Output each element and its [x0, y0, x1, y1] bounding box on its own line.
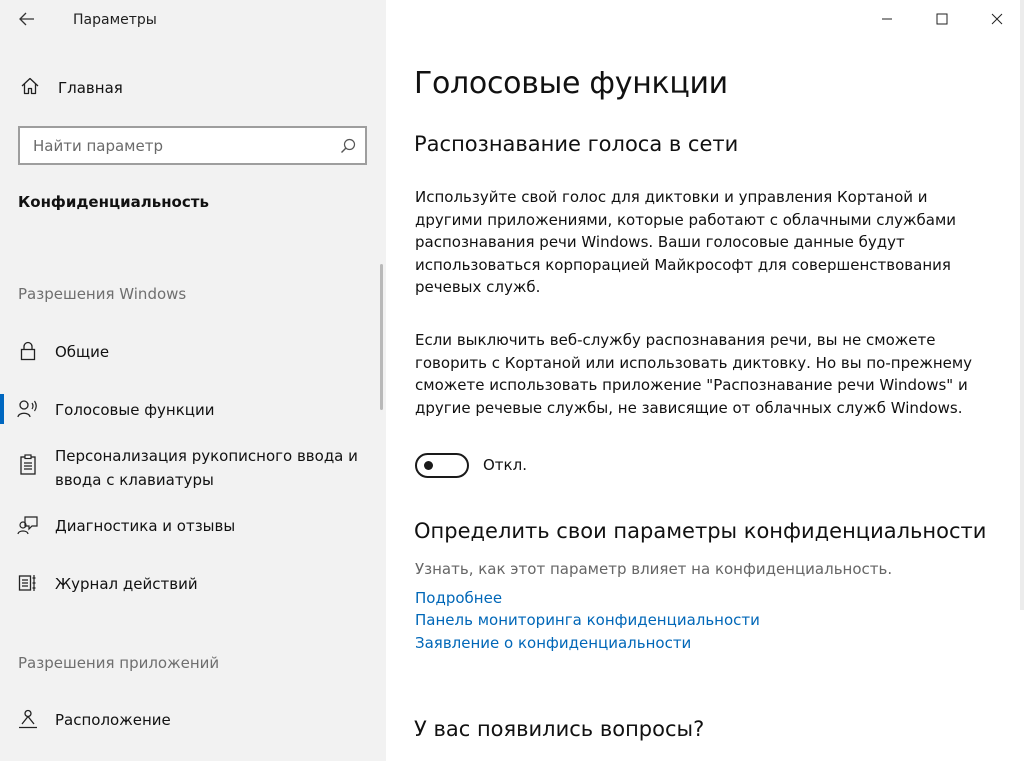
- section-windows-permissions: Разрешения Windows: [18, 285, 187, 303]
- search-box[interactable]: [18, 126, 367, 165]
- close-icon: [991, 10, 1003, 29]
- search-icon[interactable]: [340, 138, 356, 158]
- sidebar-item-activity-history[interactable]: Журнал действий: [0, 572, 386, 598]
- description-paragraph: Используйте свой голос для диктовки и уп…: [415, 188, 957, 297]
- sidebar-item-diagnostics[interactable]: Диагностика и отзывы: [0, 514, 386, 540]
- section-title-questions: У вас появились вопросы?: [414, 717, 705, 741]
- clipboard-icon: [17, 454, 39, 476]
- sidebar-item-inking-typing[interactable]: Персонализация рукописного ввода и ввода…: [0, 444, 386, 494]
- section-app-permissions: Разрешения приложений: [18, 654, 220, 672]
- sidebar-item-label: Общие: [55, 343, 110, 361]
- sidebar-item-label: Персонализация рукописного ввода и ввода…: [55, 447, 358, 489]
- sidebar-item-label: Голосовые функции: [55, 401, 215, 419]
- online-speech-toggle[interactable]: [415, 453, 469, 478]
- home-icon: [20, 76, 40, 100]
- sidebar-item-speech[interactable]: Голосовые функции: [0, 394, 386, 424]
- speech-icon: [17, 398, 39, 420]
- minimize-button[interactable]: [864, 4, 910, 34]
- sidebar-item-label: Журнал действий: [55, 575, 198, 593]
- search-input[interactable]: [33, 136, 323, 155]
- close-button[interactable]: [974, 4, 1020, 34]
- description-paragraph: Если выключить веб-службу распознавания …: [415, 331, 973, 417]
- content-scrollbar[interactable]: [1020, 0, 1024, 610]
- link-learn-more[interactable]: Подробнее: [415, 589, 502, 607]
- category-title: Конфиденциальность: [18, 193, 209, 211]
- privacy-description: Узнать, как этот параметр влияет на конф…: [415, 560, 893, 578]
- back-arrow-icon: [19, 11, 35, 30]
- toggle-knob: [424, 461, 433, 470]
- activity-history-icon: [17, 572, 39, 594]
- lock-icon: [17, 340, 39, 362]
- sidebar-item-location[interactable]: Расположение: [0, 708, 386, 734]
- feedback-icon: [17, 514, 39, 536]
- sidebar-item-label: Расположение: [55, 711, 171, 729]
- section-title-online-speech: Распознавание голоса в сети: [414, 132, 739, 156]
- sidebar-item-label: Диагностика и отзывы: [55, 517, 236, 535]
- back-button[interactable]: [12, 8, 42, 32]
- toggle-state-label: Откл.: [483, 456, 527, 474]
- link-privacy-dashboard[interactable]: Панель мониторинга конфиденциальности: [415, 611, 760, 629]
- maximize-button[interactable]: [919, 4, 965, 34]
- minimize-icon: [881, 10, 893, 29]
- location-icon: [17, 708, 39, 730]
- nav-home[interactable]: Главная: [0, 68, 386, 108]
- maximize-icon: [936, 10, 948, 29]
- sidebar: Параметры Главная Конфиденциальность Раз…: [0, 0, 386, 761]
- section-title-privacy-options: Определить свои параметры конфиденциальн…: [414, 519, 987, 543]
- app-title: Параметры: [73, 12, 157, 28]
- link-privacy-statement[interactable]: Заявление о конфиденциальности: [415, 634, 691, 652]
- nav-home-label: Главная: [58, 79, 123, 97]
- sidebar-item-general[interactable]: Общие: [0, 340, 386, 366]
- page-title: Голосовые функции: [414, 66, 728, 101]
